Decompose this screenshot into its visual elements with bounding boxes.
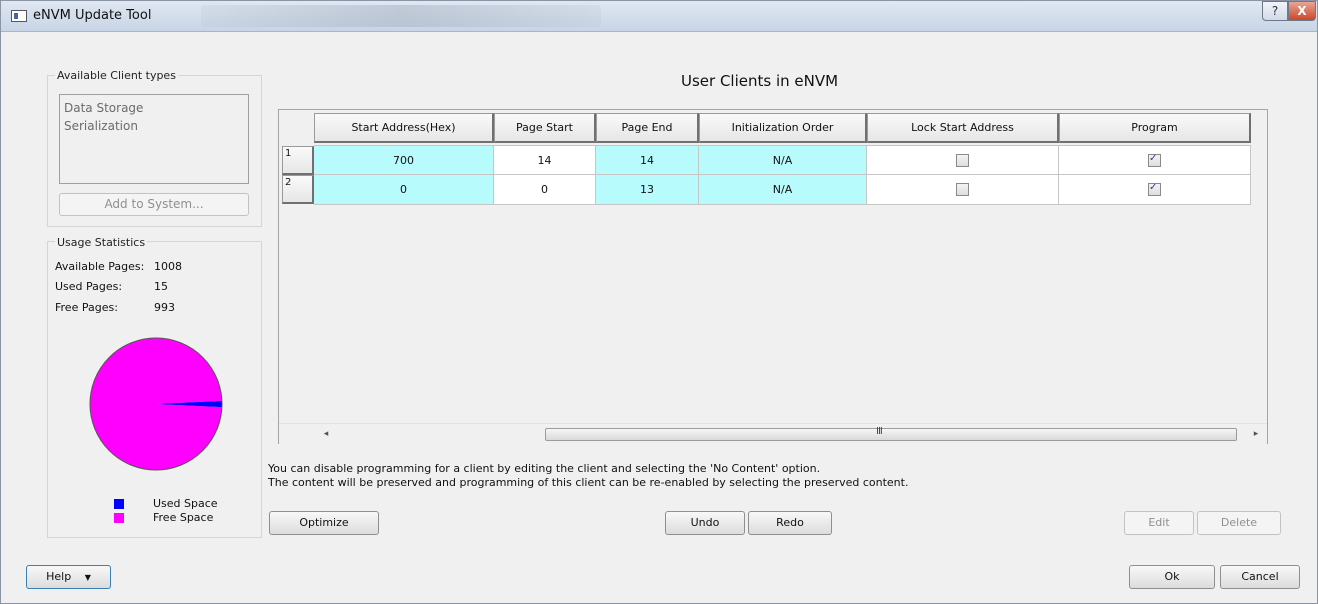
cell-start-address[interactable]: 0 [314,175,494,205]
optimize-button[interactable]: Optimize [269,511,379,535]
lock-start-address-checkbox[interactable] [956,153,969,167]
cell-program [1059,145,1251,175]
add-to-system-button[interactable]: Add to System... [59,193,249,216]
cell-lock-start-address [867,175,1059,205]
column-header-lock-start-address[interactable]: Lock Start Address [867,113,1059,143]
scroll-right-arrow-icon[interactable]: ▸ [1249,427,1263,441]
program-checkbox[interactable] [1148,181,1161,196]
column-header-initialization-order[interactable]: Initialization Order [699,113,867,143]
delete-button[interactable]: Delete [1197,511,1281,535]
client-types-title: Available Client types [55,69,178,82]
edit-button[interactable]: Edit [1124,511,1194,535]
clients-table[interactable]: Start Address(Hex) Page Start Page End I… [278,109,1268,444]
help-dropdown-button[interactable]: Help ▼ [26,565,111,589]
horizontal-scrollbar[interactable]: ◂ III ▸ [279,423,1267,444]
available-pages-value: 1008 [154,260,182,273]
chevron-down-icon: ▼ [84,573,91,582]
cancel-button[interactable]: Cancel [1220,565,1300,589]
row-header-1[interactable]: 1 [282,146,314,175]
client-types-list[interactable]: Data Storage Serialization [59,94,249,184]
envm-update-tool-window: eNVM Update Tool ? X Available Client ty… [0,0,1318,604]
page-title: User Clients in eNVM [681,72,839,90]
cell-start-address[interactable]: 700 [314,145,494,175]
scrollbar-grip-icon: III [876,426,883,437]
used-pages-label: Used Pages: [55,280,123,293]
column-header-page-start[interactable]: Page Start [494,113,596,143]
free-pages-label: Free Pages: [55,301,118,314]
cell-initialization-order[interactable]: N/A [699,175,867,205]
column-header-program[interactable]: Program [1059,113,1251,143]
legend-label-used: Used Space [153,497,218,510]
column-header-start-address[interactable]: Start Address(Hex) [314,113,494,143]
available-pages-label: Available Pages: [55,260,145,273]
list-item[interactable]: Serialization [64,117,244,135]
cell-page-end[interactable]: 14 [596,145,699,175]
app-icon [11,10,27,22]
usage-statistics-title: Usage Statistics [55,236,148,249]
help-button-label: Help [46,570,72,583]
window-title: eNVM Update Tool [33,8,152,23]
scrollbar-thumb[interactable]: III [545,426,1237,441]
cell-page-start[interactable]: 0 [494,175,596,205]
window-close-button[interactable]: X [1288,1,1316,21]
legend-swatch-free [114,513,124,523]
usage-pie-chart [89,337,223,471]
cell-page-start[interactable]: 14 [494,145,596,175]
lock-start-address-checkbox[interactable] [956,182,969,196]
info-text-line-2: The content will be preserved and progra… [268,476,909,489]
window-help-button[interactable]: ? [1262,1,1288,21]
cell-initialization-order[interactable]: N/A [699,145,867,175]
scroll-left-arrow-icon[interactable]: ◂ [319,427,333,441]
ok-button[interactable]: Ok [1129,565,1215,589]
cell-program [1059,175,1251,205]
cell-lock-start-address [867,145,1059,175]
legend-label-free: Free Space [153,511,214,524]
redo-button[interactable]: Redo [748,511,832,535]
title-bar[interactable]: eNVM Update Tool ? X [1,1,1317,32]
info-text-line-1: You can disable programming for a client… [268,462,821,475]
cell-page-end[interactable]: 13 [596,175,699,205]
list-item[interactable]: Data Storage [64,99,244,117]
undo-button[interactable]: Undo [665,511,745,535]
blurred-background-region [201,5,601,27]
free-pages-value: 993 [154,301,175,314]
program-checkbox[interactable] [1148,152,1161,167]
column-header-page-end[interactable]: Page End [596,113,699,143]
legend-swatch-used [114,499,124,509]
row-header-2[interactable]: 2 [282,175,314,204]
used-pages-value: 15 [154,280,168,293]
